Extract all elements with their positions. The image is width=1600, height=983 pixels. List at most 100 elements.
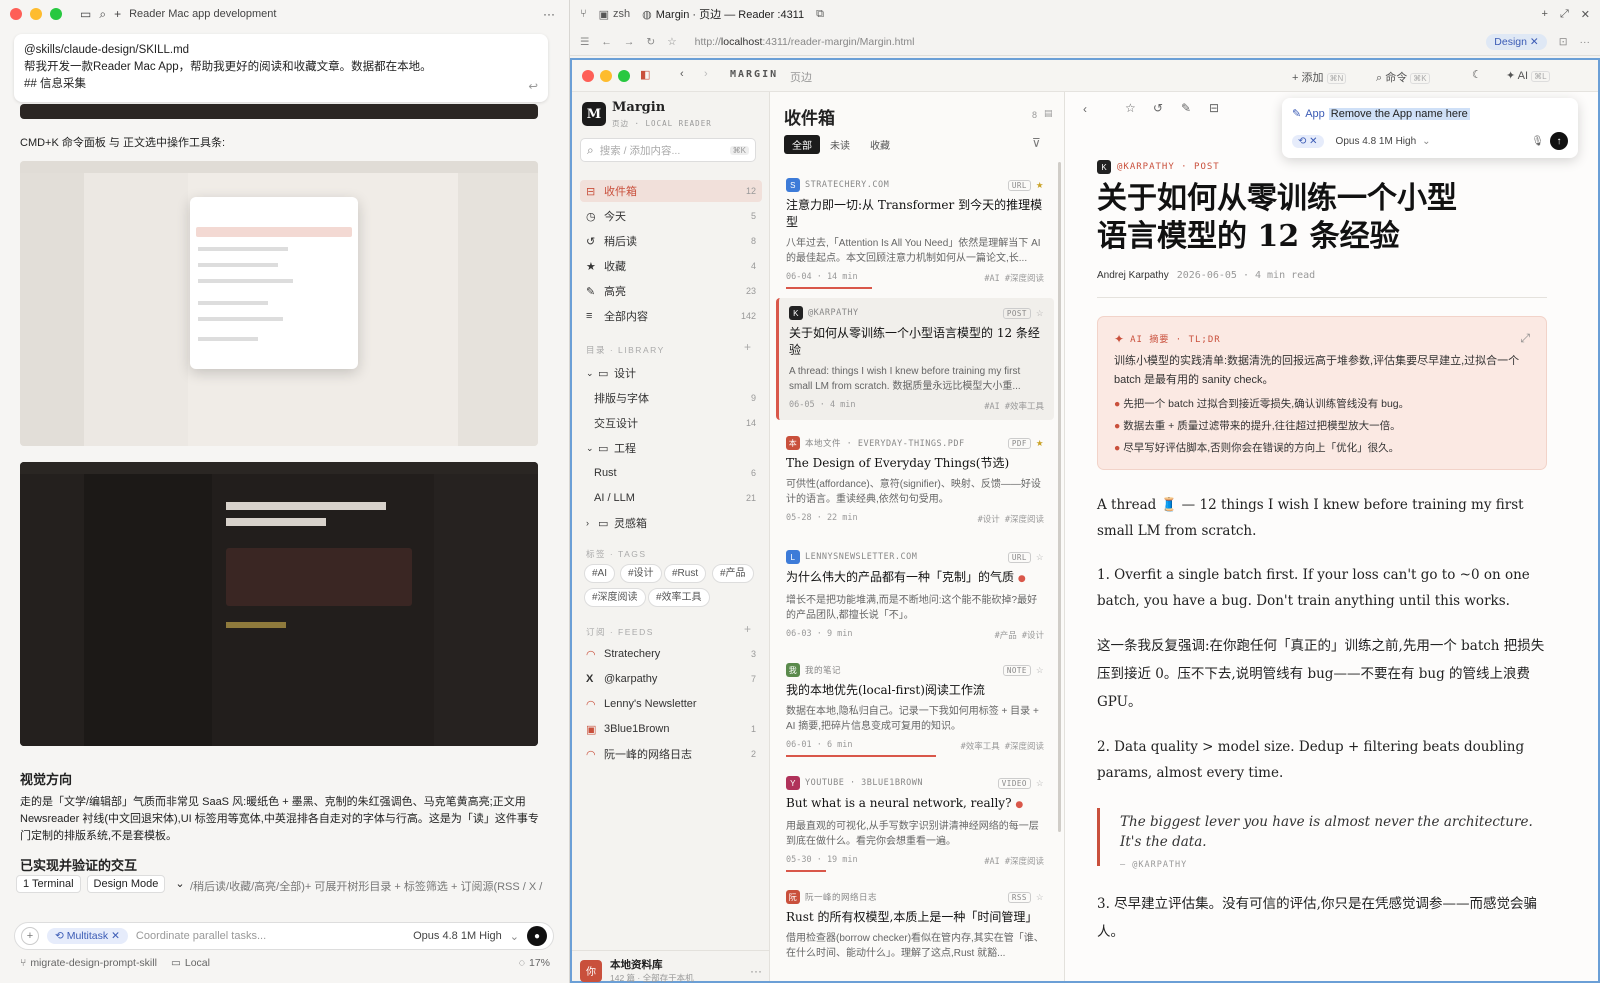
scrollbar[interactable] xyxy=(1058,162,1061,832)
sidebar-item-favorites[interactable]: ★ 收藏 4 xyxy=(580,255,762,277)
popover-model[interactable]: Opus 4.8 1M High xyxy=(1336,136,1417,147)
send-button[interactable]: ↑ xyxy=(1550,132,1568,150)
close-icon[interactable]: ✕ xyxy=(1581,8,1590,21)
sidebar-item-today[interactable]: ◷ 今天 5 xyxy=(580,205,762,227)
screenshot-dark[interactable] xyxy=(20,462,538,746)
chevron-down-icon[interactable]: ⌄ xyxy=(1422,136,1430,147)
undo-icon[interactable]: ↩ xyxy=(528,79,538,96)
tab-design-mode[interactable]: Design Mode xyxy=(86,875,166,893)
close-window-button[interactable] xyxy=(10,8,22,20)
multitask-chip[interactable]: ⟲ Multitask ✕ xyxy=(47,928,128,944)
task-input[interactable]: Coordinate parallel tasks... xyxy=(136,930,405,942)
filter-icon[interactable]: ⊽ xyxy=(1032,136,1041,150)
sidebar-item-highlights[interactable]: ✎ 高亮 23 xyxy=(580,280,762,302)
chevron-down-icon[interactable]: ⌄ xyxy=(171,875,188,893)
star-outline-icon[interactable]: ☆ xyxy=(1036,778,1044,789)
feed-3blue1brown[interactable]: ▣ 3Blue1Brown 1 xyxy=(580,718,762,740)
forward-icon[interactable]: › xyxy=(704,68,708,80)
folder-interaction[interactable]: 交互设计 14 xyxy=(580,412,762,434)
list-item[interactable]: Y YOUTUBE · 3BLUE1BROWN VIDEO ☆ But what is… xyxy=(776,768,1054,880)
list-item[interactable]: 我我的笔记 NOTE ☆ 我的本地优先(local-first)阅读工作流 数据在本… xyxy=(776,655,1054,765)
search-icon[interactable]: ⌕ xyxy=(99,7,106,22)
folder-rust[interactable]: Rust 6 xyxy=(580,462,762,484)
star-outline-icon[interactable]: ☆ xyxy=(1036,308,1044,319)
list-item[interactable]: 阮阮一峰的网络日志 RSS ☆ Rust 的所有权模型,本质上是一种「时间管理」 借… xyxy=(776,882,1054,969)
tag-chip[interactable]: #深度阅读 xyxy=(584,588,646,607)
add-icon[interactable]: + xyxy=(21,927,39,945)
ai-button[interactable]: ✦ AI ⌘L xyxy=(1506,69,1550,82)
folder-design[interactable]: ⌄ ▭ 设计 xyxy=(580,362,762,384)
mic-icon[interactable]: 🎙 xyxy=(1531,136,1544,147)
tag-chip[interactable]: #效率工具 xyxy=(648,588,710,607)
tag-chip[interactable]: #AI xyxy=(584,564,616,583)
zoom-window-button[interactable] xyxy=(50,8,62,20)
filter-favorites[interactable]: 收藏 xyxy=(870,137,890,152)
star-outline-icon[interactable]: ☆ xyxy=(1125,101,1136,115)
tab-zsh[interactable]: zsh xyxy=(613,8,630,20)
minimize-window-button[interactable] xyxy=(600,70,612,82)
design-chip[interactable]: Design ✕ xyxy=(1486,33,1547,50)
list-view-icon[interactable]: ▤ xyxy=(1044,108,1053,119)
more-icon[interactable]: ··· xyxy=(750,964,762,978)
star-outline-icon[interactable]: ☆ xyxy=(1036,552,1044,563)
folder-typography[interactable]: 排版与字体 9 xyxy=(580,387,762,409)
history-icon[interactable]: ↺ xyxy=(1153,101,1163,115)
sidebar-item-inbox[interactable]: ⊟ 收件箱 12 xyxy=(580,180,762,202)
list-item[interactable]: S STRATECHERY.COM URL ★ 注意力即一切:从 Transforme… xyxy=(776,170,1054,297)
screenshot-light[interactable] xyxy=(20,161,538,446)
tag-chip[interactable]: #产品 xyxy=(712,564,754,583)
tag-chip[interactable]: #Rust xyxy=(664,564,707,583)
more-icon[interactable]: ··· xyxy=(543,7,555,21)
console-icon[interactable]: ⊡ xyxy=(1559,36,1568,48)
mic-icon[interactable]: ● xyxy=(527,926,547,946)
tab-terminal[interactable]: 1 Terminal xyxy=(16,875,81,893)
close-window-button[interactable] xyxy=(582,70,594,82)
folder-engineering[interactable]: ⌄ ▭ 工程 xyxy=(580,437,762,459)
chevron-down-icon[interactable]: ⌄ xyxy=(510,930,519,943)
filter-unread[interactable]: 未读 xyxy=(830,137,850,152)
model-select[interactable]: Opus 4.8 1M High xyxy=(413,930,502,942)
moon-icon[interactable]: ☾ xyxy=(1472,68,1482,81)
add-button[interactable]: + 添加 ⌘N xyxy=(1292,69,1347,85)
close-icon[interactable]: ✕ xyxy=(111,930,120,942)
url-field[interactable]: http://localhost:4311/reader-margin/Marg… xyxy=(695,36,915,48)
feed-karpathy[interactable]: X @karpathy 7 xyxy=(580,668,762,690)
back-icon[interactable]: ‹ xyxy=(1083,102,1087,116)
folder-inspiration[interactable]: › ▭ 灵感箱 xyxy=(580,512,762,534)
feed-ruanyf[interactable]: ◠ 阮一峰的网络日志 2 xyxy=(580,743,762,765)
expand-icon[interactable]: ⤢ xyxy=(1520,331,1530,346)
star-outline-icon[interactable]: ☆ xyxy=(1036,892,1044,903)
zoom-window-button[interactable] xyxy=(618,70,630,82)
minimize-window-button[interactable] xyxy=(30,8,42,20)
popover-input[interactable]: Remove the App name here xyxy=(1328,107,1470,120)
command-button[interactable]: ⌕ 命令 ⌘K xyxy=(1376,69,1430,85)
archive-icon[interactable]: ⊟ xyxy=(1209,101,1219,115)
star-outline-icon[interactable]: ☆ xyxy=(1036,665,1044,676)
forward-icon[interactable]: → xyxy=(624,36,635,48)
folder-ai-llm[interactable]: AI / LLM 21 xyxy=(580,487,762,509)
location-label[interactable]: Local xyxy=(185,957,210,969)
branch-name[interactable]: migrate-design-prompt-skill xyxy=(30,957,157,969)
feed-lenny[interactable]: ◠ Lenny's Newsletter xyxy=(580,693,762,715)
tab-margin[interactable]: Margin · 页边 — Reader :4311 xyxy=(656,6,804,22)
star-icon[interactable]: ★ xyxy=(1036,180,1044,191)
list-icon[interactable]: ☰ xyxy=(580,36,589,48)
back-icon[interactable]: ‹ xyxy=(680,68,684,80)
new-tab-icon[interactable]: + xyxy=(1542,8,1548,20)
link-chip[interactable]: ⟲ ✕ xyxy=(1292,134,1324,148)
add-folder-icon[interactable]: + xyxy=(744,340,751,354)
back-icon[interactable]: ← xyxy=(601,36,612,48)
new-tab-icon[interactable]: + xyxy=(114,7,121,21)
list-item-selected[interactable]: K @KARPATHY POST ☆ 关于如何从零训练一个小型语言模型的 12 条经验… xyxy=(776,298,1054,420)
star-icon[interactable]: ★ xyxy=(1036,438,1044,449)
expand-icon[interactable]: ⤢ xyxy=(1560,8,1569,21)
search-input[interactable]: ⌕ 搜索 / 添加内容... ⌘K xyxy=(580,138,756,162)
sidebar-item-all[interactable]: ≡ 全部内容 142 xyxy=(580,305,762,327)
feed-stratechery[interactable]: ◠ Stratechery 3 xyxy=(580,643,762,665)
sidebar-toggle-icon[interactable]: ▭ xyxy=(80,7,91,21)
bookmark-star-icon[interactable]: ☆ xyxy=(667,36,676,48)
more-icon[interactable]: ··· xyxy=(1580,36,1591,48)
copy-icon[interactable]: ⧉ xyxy=(816,8,824,21)
list-item[interactable]: 本本地文件 · EVERYDAY-THINGS.PDF PDF ★ The Desi… xyxy=(776,428,1054,533)
sidebar-toggle-icon[interactable]: ◧ xyxy=(640,68,650,81)
